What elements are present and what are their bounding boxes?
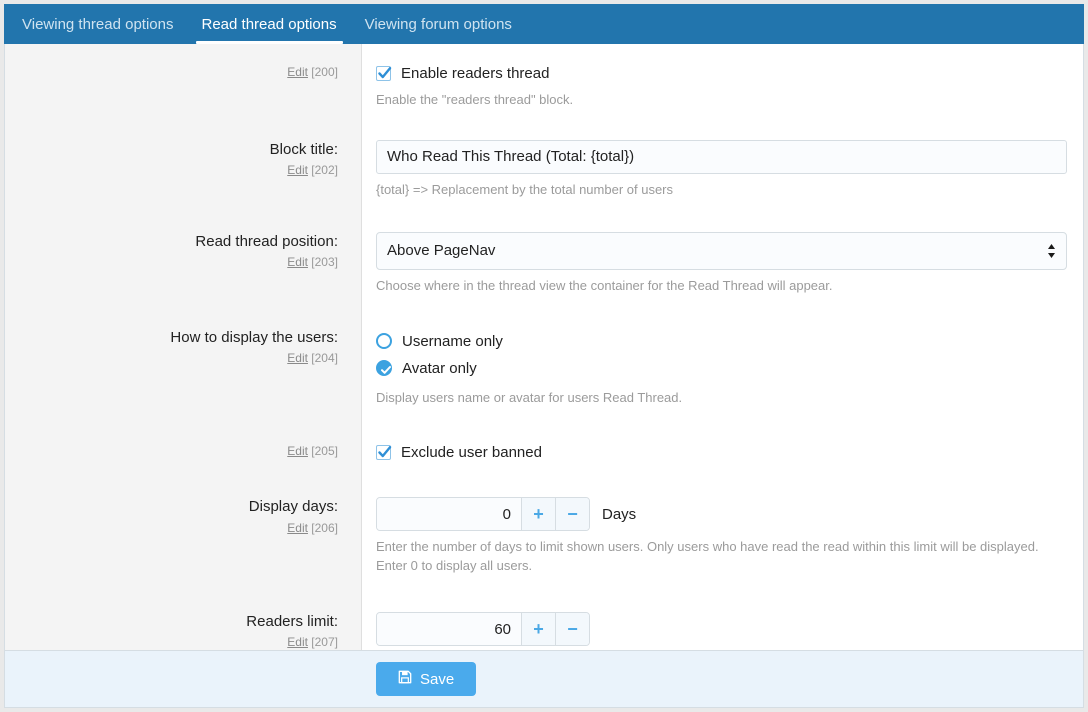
edit-meta: Edit [206] (5, 519, 338, 537)
tab-read-thread-options[interactable]: Read thread options (188, 4, 351, 44)
readers-limit-increment-button[interactable]: + (521, 613, 555, 646)
edit-link[interactable]: Edit (287, 521, 308, 535)
edit-meta: Edit [204] (5, 349, 338, 367)
readers-limit-input[interactable] (377, 613, 521, 646)
radio-line-avatar-only: Avatar only (376, 355, 1067, 382)
edit-id: [204] (311, 350, 338, 365)
enable-readers-thread-help: Enable the "readers thread" block. (376, 92, 574, 107)
display-days-stepper-row: + − Days (376, 497, 1067, 532)
options-form: Edit [200] Enable readers thread Enable … (5, 44, 1083, 650)
edit-meta: Edit [207] (5, 633, 338, 650)
minus-icon: − (567, 619, 578, 640)
save-icon (398, 670, 412, 688)
block-title-help: {total} => Replacement by the total numb… (376, 181, 674, 197)
display-days-stepper: + − (376, 497, 590, 532)
display-days-increment-button[interactable]: + (521, 498, 555, 531)
row-label-col: Block title: Edit [202] (5, 140, 362, 179)
block-title-input[interactable] (376, 139, 1067, 174)
plus-icon: + (533, 619, 544, 640)
read-thread-position-label: Read thread position: (195, 232, 338, 250)
exclude-user-banned-checkbox[interactable] (376, 444, 392, 460)
row-label-col: How to display the users: Edit [204] (5, 328, 362, 367)
row-exclude-user-banned: Edit [205] Exclude user banned (5, 413, 1083, 469)
row-read-thread-position: Read thread position: Edit [203] Above P… (5, 206, 1083, 302)
row-label-col: Readers limit: Edit [207] (5, 612, 362, 650)
enable-readers-thread-label[interactable]: Enable readers thread (401, 65, 549, 82)
save-button-label: Save (420, 670, 455, 688)
tab-bar: Viewing thread options Read thread optio… (4, 4, 1084, 44)
edit-link[interactable]: Edit (287, 635, 308, 649)
edit-id: [206] (311, 520, 338, 535)
form-footer: Save (5, 650, 1083, 707)
radio-username-only[interactable] (376, 333, 392, 350)
minus-icon: − (567, 504, 578, 525)
tab-viewing-forum-options[interactable]: Viewing forum options (351, 4, 526, 44)
radio-line-username-only: Username only (376, 328, 1067, 355)
save-button[interactable]: Save (376, 662, 477, 696)
edit-meta: Edit [202] (5, 161, 338, 179)
edit-id: [202] (311, 163, 338, 178)
options-panel: Edit [200] Enable readers thread Enable … (4, 44, 1084, 708)
read-thread-position-select[interactable]: Above PageNav (376, 231, 1067, 270)
checkmark-icon (378, 445, 392, 458)
tab-viewing-thread-options[interactable]: Viewing thread options (8, 4, 188, 44)
row-display-days: Display days: Edit [206] + (5, 469, 1083, 582)
radio-avatar-only[interactable] (376, 360, 392, 377)
display-days-unit: Days (602, 505, 637, 523)
row-field-col: + − Days Enter the number of days to lim… (362, 497, 1083, 576)
row-label-col: Edit [205] (5, 441, 362, 460)
edit-id: [203] (311, 254, 338, 269)
display-days-decrement-button[interactable]: − (555, 498, 589, 531)
display-days-label: Display days: (248, 498, 338, 516)
exclude-user-banned-checkbox-line: Exclude user banned (376, 441, 1067, 463)
row-field-col: {total} => Replacement by the total numb… (362, 139, 1083, 200)
row-field-col: Exclude user banned (362, 441, 1083, 463)
readers-limit-label: Readers limit: (246, 613, 338, 631)
row-block-title: Block title: Edit [202] {total} => Repla… (5, 116, 1083, 206)
row-field-col: Username only Avatar only Display users … (362, 328, 1083, 408)
edit-link[interactable]: Edit (287, 351, 308, 365)
tab-label: Viewing forum options (364, 15, 512, 33)
edit-meta: Edit [200] (5, 63, 338, 81)
readers-limit-stepper: + − (376, 612, 590, 647)
edit-id: [200] (311, 65, 338, 79)
tab-label: Read thread options (201, 15, 337, 33)
row-enable-readers-thread: Edit [200] Enable readers thread Enable … (5, 54, 1083, 116)
edit-link[interactable]: Edit (287, 65, 308, 79)
row-label-col: Edit [200] (5, 62, 362, 81)
display-users-label: How to display the users: (170, 328, 338, 346)
row-field-col: + − Number of readers to display. Enter … (362, 612, 1083, 650)
row-field-col: Enable readers thread Enable the "reader… (362, 62, 1083, 110)
edit-link[interactable]: Edit (287, 255, 308, 269)
read-thread-position-help: Choose where in the thread view the cont… (376, 277, 833, 293)
readers-limit-stepper-row: + − (376, 612, 1067, 647)
display-users-help: Display users name or avatar for users R… (376, 389, 683, 405)
read-thread-position-select-wrap: Above PageNav (376, 231, 1067, 270)
edit-meta: Edit [205] (5, 442, 338, 460)
page-root: Viewing thread options Read thread optio… (0, 0, 1088, 712)
edit-id: [205] (311, 444, 338, 459)
edit-link[interactable]: Edit (287, 163, 308, 177)
edit-meta: Edit [203] (5, 253, 338, 271)
block-title-label: Block title: (269, 140, 338, 158)
readers-limit-decrement-button[interactable]: − (555, 613, 589, 646)
row-display-users: How to display the users: Edit [204] Use… (5, 302, 1083, 414)
row-label-col: Read thread position: Edit [203] (5, 232, 362, 271)
row-readers-limit: Readers limit: Edit [207] + (5, 582, 1083, 650)
edit-link[interactable]: Edit (287, 444, 308, 458)
plus-icon: + (533, 504, 544, 525)
radio-label-avatar-only[interactable]: Avatar only (402, 360, 477, 377)
radio-label-username-only[interactable]: Username only (402, 333, 503, 350)
enable-readers-thread-checkbox-line: Enable readers thread (376, 62, 1067, 84)
checkmark-icon (378, 66, 392, 78)
display-days-help: Enter the number of days to limit shown … (376, 539, 1039, 574)
enable-readers-thread-checkbox[interactable] (376, 65, 392, 81)
edit-id: [207] (311, 635, 338, 650)
exclude-user-banned-label[interactable]: Exclude user banned (401, 444, 542, 461)
checkmark-icon (381, 366, 391, 374)
display-days-input[interactable] (377, 498, 521, 531)
tab-label: Viewing thread options (22, 15, 174, 33)
row-field-col: Above PageNav Choose where in the thread… (362, 231, 1083, 296)
row-label-col: Display days: Edit [206] (5, 497, 362, 536)
